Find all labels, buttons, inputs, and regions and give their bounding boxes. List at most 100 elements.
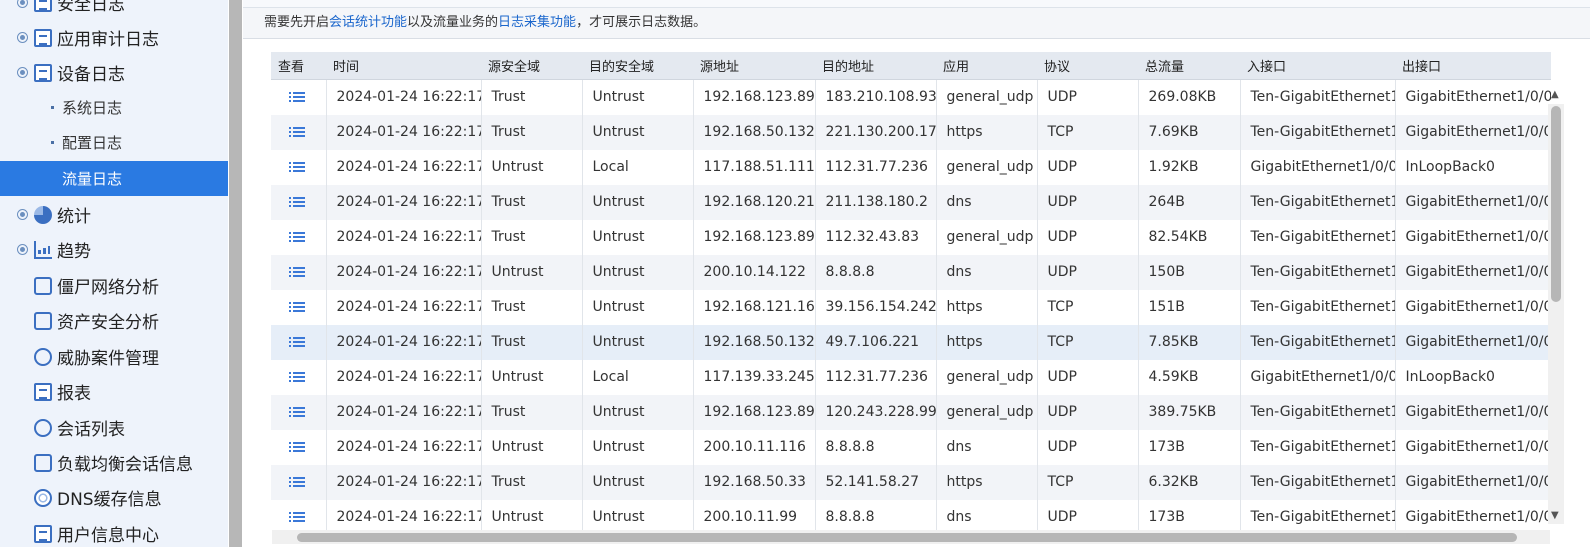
expand-icon[interactable] [17, 0, 28, 8]
horizontal-scroll-thumb[interactable] [297, 533, 1517, 542]
cell-dst-addr: 112.31.77.236 [815, 359, 937, 395]
cell-src-zone: Untrust [481, 149, 583, 185]
panel-splitter[interactable] [229, 0, 242, 547]
table-row[interactable]: 2024-01-24 16:22:17 Trust Untrust 192.168.5… [271, 114, 1551, 150]
view-detail-icon[interactable] [289, 441, 305, 453]
expand-icon[interactable] [17, 67, 28, 78]
expand-icon[interactable] [17, 209, 28, 220]
column-header-time[interactable]: 时间 [326, 52, 481, 80]
vertical-scrollbar[interactable] [1548, 104, 1564, 524]
table-row[interactable]: 2024-01-24 16:22:17 Trust Untrust 192.168.1… [271, 394, 1551, 430]
view-detail-icon[interactable] [289, 406, 305, 418]
sidebar-item-label: 资产安全分析 [57, 313, 159, 333]
sidebar-item-statistics[interactable]: 统计 [0, 197, 228, 232]
column-header-src-addr[interactable]: 源地址 [693, 52, 815, 80]
column-header-dst-zone[interactable]: 目的安全域 [582, 52, 693, 80]
view-cell [271, 289, 327, 325]
table-row[interactable]: 2024-01-24 16:22:17 Untrust Untrust 200.10.… [271, 499, 1551, 530]
view-detail-icon[interactable] [289, 91, 305, 103]
table-row[interactable]: 2024-01-24 16:22:17 Trust Untrust 192.168.1… [271, 79, 1551, 115]
view-detail-icon[interactable] [289, 196, 305, 208]
cell-in-interface: Ten-GigabitEthernet1/ [1240, 219, 1396, 255]
column-header-in-interface[interactable]: 入接口 [1240, 52, 1395, 80]
view-detail-icon[interactable] [289, 511, 305, 523]
view-detail-icon[interactable] [289, 336, 305, 348]
horizontal-scrollbar[interactable] [272, 530, 1550, 544]
sidebar-item-load-balance[interactable]: 负载均衡会话信息 [0, 445, 228, 480]
view-detail-icon[interactable] [289, 161, 305, 173]
column-header-total-traffic[interactable]: 总流量 [1138, 52, 1240, 80]
sidebar-item-config-log[interactable]: 配置日志 [0, 125, 228, 160]
cell-out-interface: GigabitEthernet1/0/0 [1395, 254, 1551, 290]
sidebar-item-device-log[interactable]: 设备日志 [0, 55, 228, 90]
column-header-out-interface[interactable]: 出接口 [1395, 52, 1551, 80]
sidebar-item-report[interactable]: 报表 [0, 374, 228, 409]
cell-total-traffic: 269.08KB [1138, 79, 1241, 115]
cell-dst-zone: Untrust [582, 79, 694, 115]
sidebar-item-label: 会话列表 [57, 420, 125, 440]
cell-total-traffic: 7.69KB [1138, 114, 1241, 150]
scroll-down-icon[interactable]: ▼ [1551, 510, 1559, 521]
view-detail-icon[interactable] [289, 231, 305, 243]
view-detail-icon[interactable] [289, 301, 305, 313]
cell-protocol: TCP [1037, 324, 1139, 360]
view-detail-icon[interactable] [289, 476, 305, 488]
sidebar-item-dns-cache[interactable]: DNS缓存信息 [0, 480, 228, 515]
column-header-app[interactable]: 应用 [936, 52, 1037, 80]
sidebar: 安全日志 应用审计日志 设备日志 系统日志 配置日志 流量日志 统计 趋势 僵尸… [0, 0, 228, 547]
sidebar-item-user-center[interactable]: 用户信息中心 [0, 516, 228, 547]
view-detail-icon[interactable] [289, 371, 305, 383]
cell-src-addr: 200.10.11.116 [693, 429, 816, 465]
table-row[interactable]: 2024-01-24 16:22:17 Untrust Local 117.139.3… [271, 359, 1551, 395]
table-row[interactable]: 2024-01-24 16:22:17 Trust Untrust 192.168.1… [271, 289, 1551, 325]
cell-out-interface: GigabitEthernet1/0/0 [1395, 499, 1551, 530]
column-header-view[interactable]: 查看 [271, 52, 326, 80]
table-row[interactable]: 2024-01-24 16:22:17 Untrust Local 117.188.5… [271, 149, 1551, 185]
expand-icon[interactable] [17, 244, 28, 255]
table-row[interactable]: 2024-01-24 16:22:17 Trust Untrust 192.168.5… [271, 464, 1551, 500]
table-row[interactable]: 2024-01-24 16:22:17 Untrust Untrust 200.10.… [271, 429, 1551, 465]
cell-time: 2024-01-24 16:22:17 [326, 289, 482, 325]
sidebar-item-system-log[interactable]: 系统日志 [0, 90, 228, 125]
session-stats-link[interactable]: 会话统计功能 [329, 15, 407, 30]
scroll-up-icon[interactable]: ▲ [1551, 89, 1559, 100]
cell-protocol: UDP [1037, 79, 1139, 115]
column-header-protocol[interactable]: 协议 [1037, 52, 1138, 80]
table-row[interactable]: 2024-01-24 16:22:17 Trust Untrust 192.168.5… [271, 324, 1551, 360]
sidebar-item-security-log[interactable]: 安全日志 [0, 0, 228, 20]
report-icon [34, 382, 52, 401]
expand-icon[interactable] [17, 32, 28, 43]
sidebar-item-asset-security[interactable]: 资产安全分析 [0, 303, 228, 338]
cell-app: general_udp [936, 149, 1038, 185]
table-row[interactable]: 2024-01-24 16:22:17 Trust Untrust 192.168.1… [271, 219, 1551, 255]
column-header-src-zone[interactable]: 源安全域 [481, 52, 582, 80]
cell-dst-addr: 39.156.154.242 [815, 289, 937, 325]
cell-app: dns [936, 499, 1038, 530]
cell-time: 2024-01-24 16:22:17 [326, 219, 482, 255]
log-collect-link[interactable]: 日志采集功能 [498, 15, 576, 30]
table-row[interactable]: 2024-01-24 16:22:17 Trust Untrust 192.168.1… [271, 184, 1551, 220]
notice-bar: 需要先开启会话统计功能以及流量业务的日志采集功能，才可展示日志数据。 [243, 8, 1590, 39]
sidebar-item-traffic-log[interactable]: 流量日志 [0, 161, 228, 196]
cell-time: 2024-01-24 16:22:17 [326, 149, 482, 185]
vertical-scroll-thumb[interactable] [1551, 106, 1561, 302]
trend-chart-icon [34, 240, 52, 259]
cell-protocol: UDP [1037, 219, 1139, 255]
table-row[interactable]: 2024-01-24 16:22:17 Untrust Untrust 200.10.… [271, 254, 1551, 290]
view-detail-icon[interactable] [289, 126, 305, 138]
sidebar-item-label: 趋势 [57, 242, 91, 262]
column-header-dst-addr[interactable]: 目的地址 [815, 52, 936, 80]
sidebar-item-threat-case[interactable]: 威胁案件管理 [0, 339, 228, 374]
cell-src-addr: 192.168.120.218 [693, 184, 816, 220]
sidebar-item-botnet-analysis[interactable]: 僵尸网络分析 [0, 268, 228, 303]
cell-in-interface: Ten-GigabitEthernet1/ [1240, 464, 1396, 500]
cell-protocol: TCP [1037, 289, 1139, 325]
sidebar-item-session-list[interactable]: 会话列表 [0, 410, 228, 445]
cell-src-addr: 192.168.123.89 [693, 394, 816, 430]
view-detail-icon[interactable] [289, 266, 305, 278]
sidebar-item-app-audit-log[interactable]: 应用审计日志 [0, 20, 228, 55]
sidebar-item-trend[interactable]: 趋势 [0, 232, 228, 267]
cell-time: 2024-01-24 16:22:17 [326, 114, 482, 150]
view-cell [271, 324, 327, 360]
view-cell [271, 499, 327, 530]
